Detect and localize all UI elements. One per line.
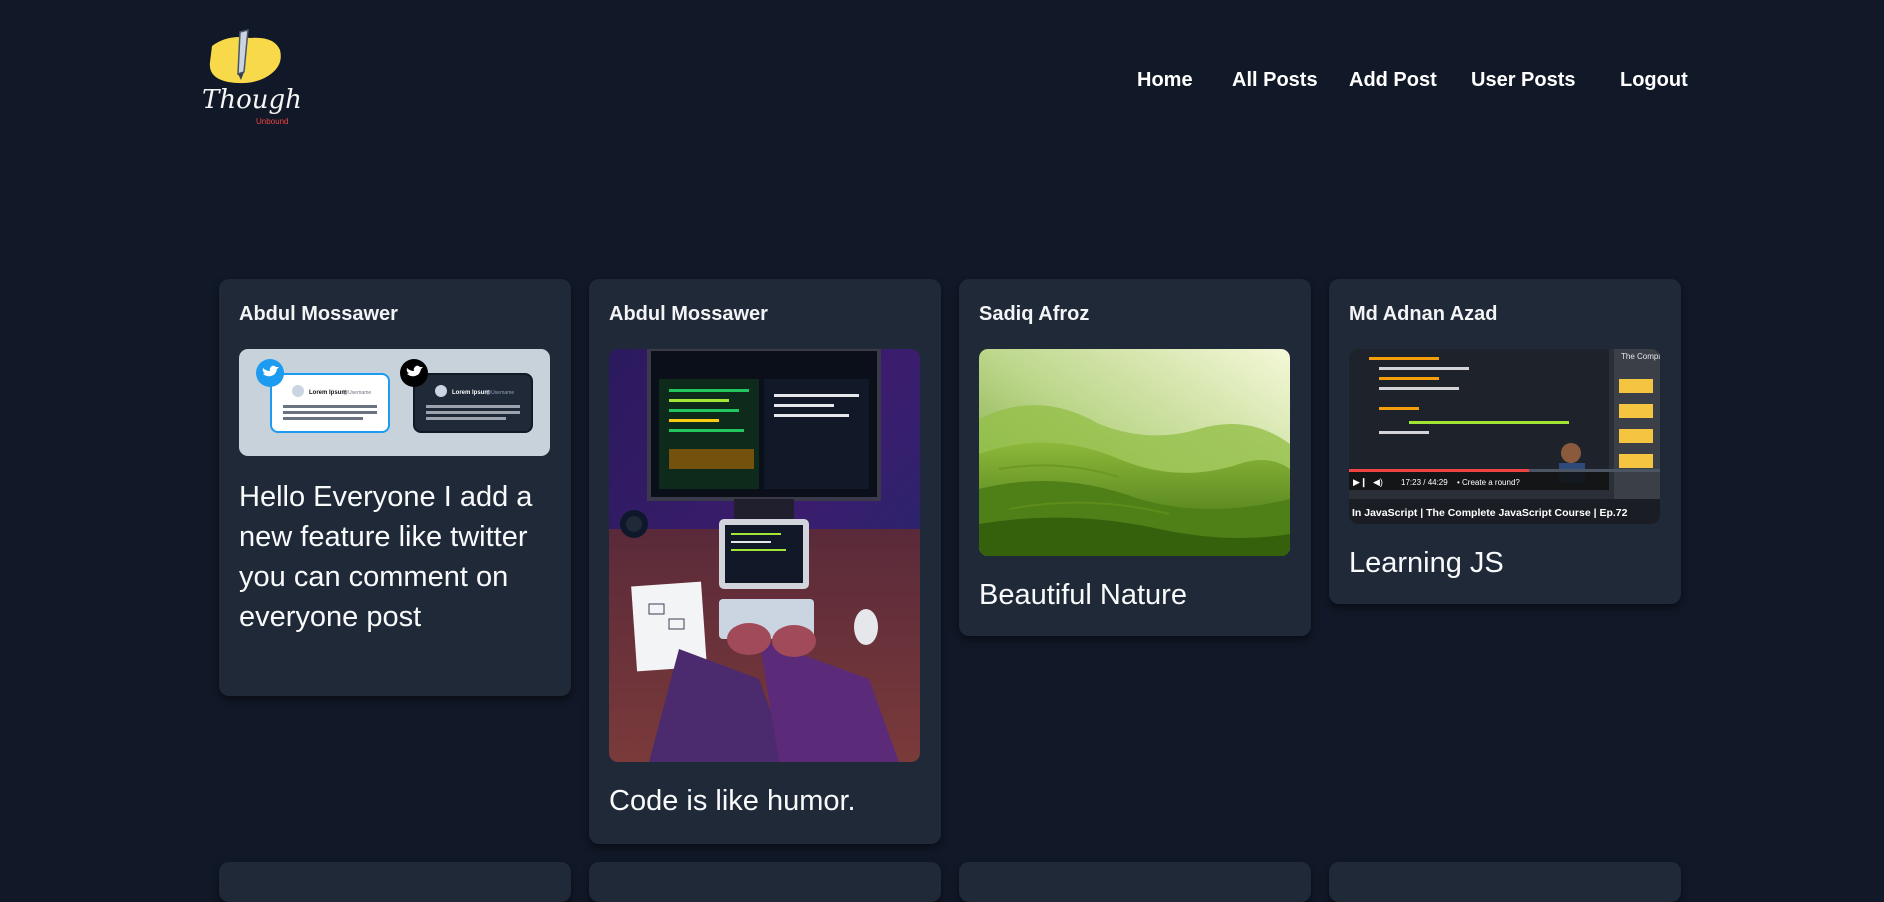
svg-text:Lorem Ipsum: Lorem Ipsum	[309, 390, 347, 396]
svg-text:Lorem Ipsum: Lorem Ipsum	[452, 390, 490, 396]
post-card[interactable]	[219, 862, 571, 902]
post-card[interactable]: Md Adnan Azad The Complete ▶❙ ◀) 17	[1329, 279, 1681, 604]
play-icon: ▶❙	[1353, 477, 1367, 488]
volume-icon: ◀)	[1373, 477, 1383, 487]
post-image	[609, 349, 920, 762]
post-author: Md Adnan Azad	[1349, 303, 1498, 325]
post-title: Code is like humor.	[609, 785, 856, 817]
post-author: Sadiq Afroz	[979, 303, 1090, 325]
post-author: Abdul Mossawer	[239, 303, 398, 325]
post-title: Learning JS	[1349, 547, 1504, 579]
svg-text:Unbound: Unbound	[256, 117, 288, 126]
post-image: Lorem Ipsum @Username Lorem Ipsum @Usern…	[239, 349, 550, 456]
post-card[interactable]: Sadiq Afroz Beautiful Nature	[959, 279, 1311, 636]
nav-all-posts[interactable]: All Posts	[1232, 68, 1318, 92]
post-image	[979, 349, 1290, 556]
post-card[interactable]: Abdul Mossawer Code is like humor.	[589, 279, 941, 844]
post-card[interactable]: Abdul Mossawer Lorem Ipsum @Username Lor…	[219, 279, 571, 696]
nav-logout[interactable]: Logout	[1620, 68, 1688, 92]
post-title: Hello Everyone I add a new feature like …	[239, 481, 533, 633]
nav-add-post[interactable]: Add Post	[1349, 68, 1437, 92]
nav-user-posts[interactable]: User Posts	[1471, 68, 1576, 92]
post-card[interactable]	[589, 862, 941, 902]
nav-home[interactable]: Home	[1137, 68, 1193, 92]
svg-text:@Username: @Username	[486, 390, 514, 396]
post-card[interactable]	[959, 862, 1311, 902]
svg-text:The Complete: The Complete	[1621, 352, 1660, 361]
main-nav: Home All Posts Add Post User Posts Logou…	[0, 68, 1884, 92]
post-image: The Complete ▶❙ ◀) 17:23 / 44:29 • Creat…	[1349, 349, 1660, 524]
post-author: Abdul Mossawer	[609, 303, 768, 325]
svg-text:• Create a round?: • Create a round?	[1457, 478, 1520, 487]
svg-text:In JavaScript | The Complete J: In JavaScript | The Complete JavaScript …	[1352, 507, 1628, 519]
post-title: Beautiful Nature	[979, 579, 1187, 611]
post-card[interactable]	[1329, 862, 1681, 902]
svg-text:17:23 / 44:29: 17:23 / 44:29	[1401, 478, 1448, 487]
svg-text:@Username: @Username	[343, 390, 371, 396]
